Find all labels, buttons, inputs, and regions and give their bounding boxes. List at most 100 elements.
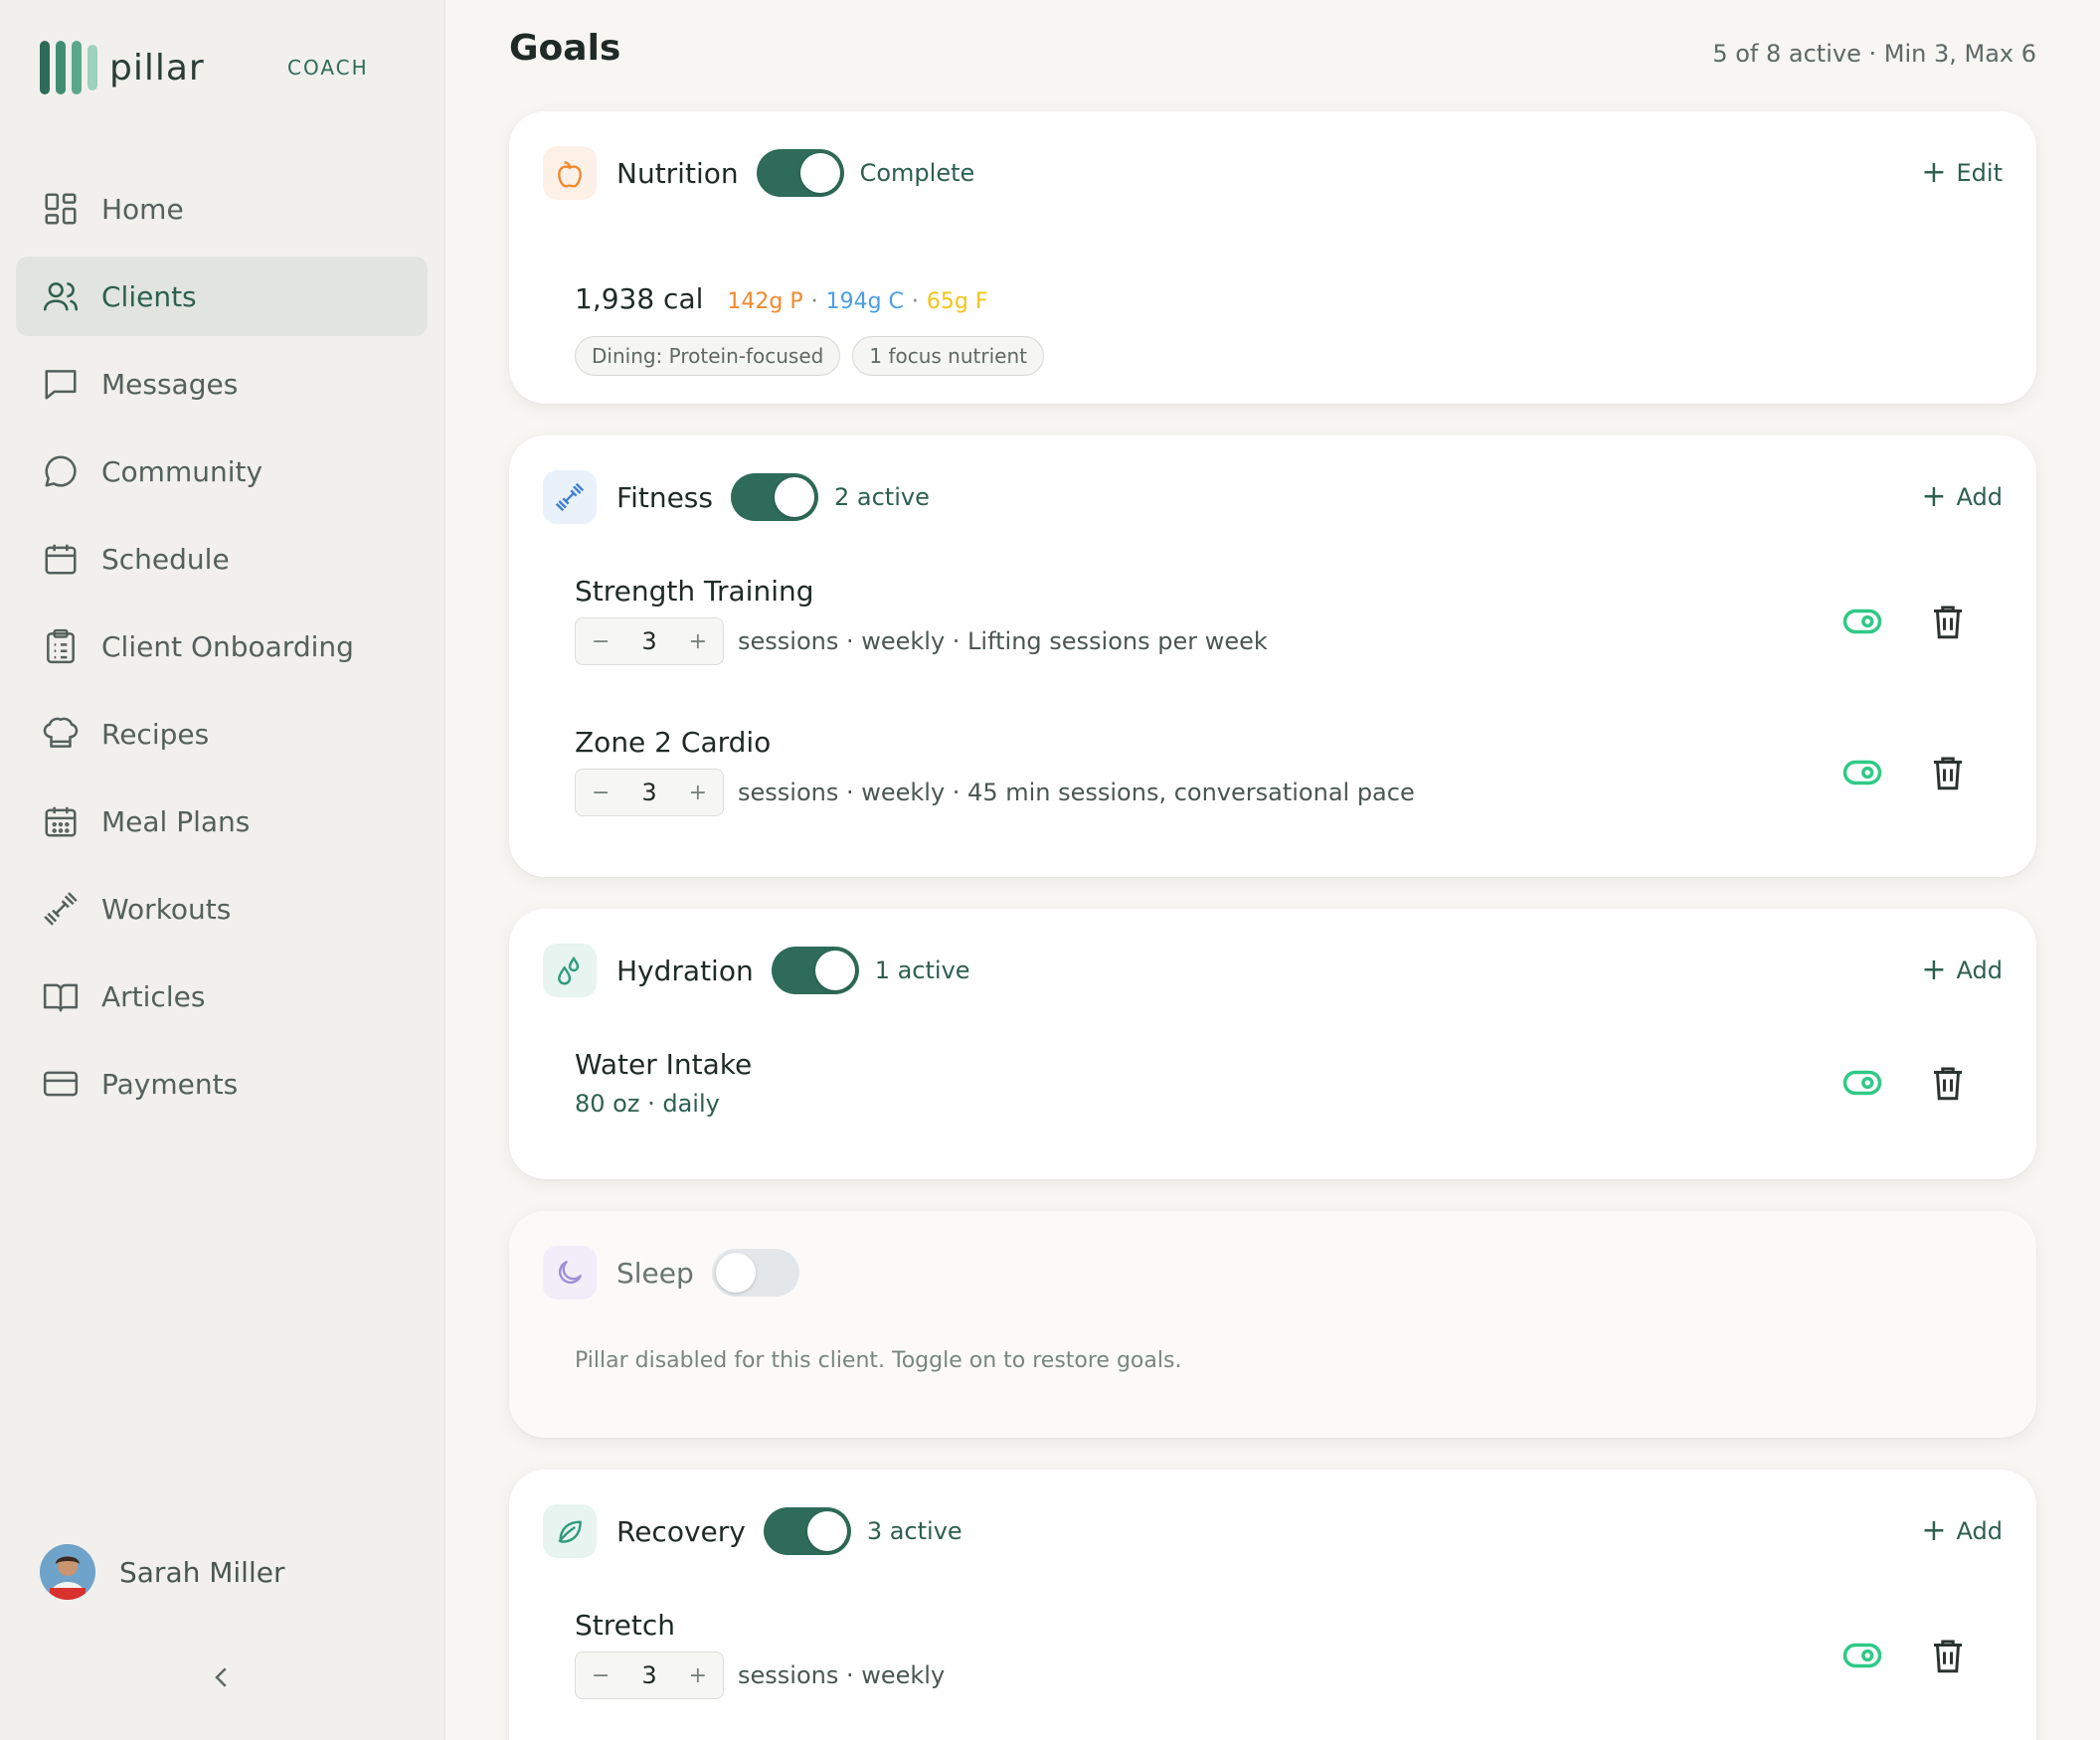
home-grid-icon — [45, 193, 77, 225]
sidebar-item-label: Workouts — [101, 892, 232, 926]
sleep-toggle[interactable] — [711, 1249, 799, 1297]
quantity-stepper[interactable]: − 3 + — [575, 617, 724, 665]
eye-toggle-icon[interactable] — [1841, 1635, 1883, 1676]
sidebar-item-label: Schedule — [101, 542, 230, 576]
macro-summary: 1,938 cal 142g P · 194g C · 65g F — [575, 282, 988, 315]
sidebar-item-label: Client Onboarding — [101, 629, 354, 663]
carbs-value: 194g C — [825, 289, 904, 314]
sidebar-item-payments[interactable]: Payments — [16, 1044, 428, 1124]
nutrition-card: Nutrition Complete + Edit 1,938 cal 142g… — [509, 111, 2036, 404]
disabled-note: Pillar disabled for this client. Toggle … — [575, 1348, 1182, 1373]
pillar-status: 1 active — [874, 957, 970, 984]
increment-button[interactable]: + — [689, 781, 707, 805]
goal-description: sessions · weekly — [738, 1661, 946, 1689]
sidebar-item-community[interactable]: Community — [16, 432, 428, 511]
card-header: Nutrition Complete — [543, 145, 974, 201]
protein-value: 142g P — [727, 289, 803, 314]
pillar-name: Recovery — [616, 1514, 746, 1548]
water-drops-icon — [543, 944, 597, 997]
goal-actions — [1841, 1635, 1969, 1676]
sidebar-item-client-onboarding[interactable]: Client Onboarding — [16, 607, 428, 686]
message-square-icon — [45, 370, 77, 400]
goal-name: Water Intake — [575, 1048, 753, 1081]
pillar-name: Fitness — [616, 480, 713, 514]
goals-summary: 5 of 8 active · Min 3, Max 6 — [1712, 40, 2036, 68]
sidebar-item-articles[interactable]: Articles — [16, 957, 428, 1036]
chef-hat-icon — [43, 717, 79, 748]
hydration-toggle[interactable] — [771, 947, 859, 994]
chat-bubble-icon — [45, 455, 77, 487]
chip-dining[interactable]: Dining: Protein-focused — [575, 336, 841, 376]
sidebar-item-schedule[interactable]: Schedule — [16, 519, 428, 599]
goal-name: Zone 2 Cardio — [575, 726, 772, 759]
trash-icon[interactable] — [1927, 601, 1969, 642]
sidebar-item-label: Articles — [101, 979, 206, 1013]
plus-icon: + — [1921, 953, 1947, 987]
decrement-button[interactable]: − — [592, 629, 610, 654]
card-header: Fitness 2 active — [543, 469, 930, 525]
increment-button[interactable]: + — [689, 1663, 707, 1688]
add-goal-button[interactable]: + Add — [1921, 1513, 2003, 1548]
dumbbell-icon — [543, 470, 597, 524]
sidebar-item-meal-plans[interactable]: Meal Plans — [16, 782, 428, 861]
sidebar-item-recipes[interactable]: Recipes — [16, 694, 428, 774]
book-open-icon — [43, 983, 79, 1012]
edit-button[interactable]: + Edit — [1921, 158, 2003, 188]
moon-icon — [543, 1246, 597, 1300]
calendar-icon — [45, 544, 77, 575]
nutrition-chips: Dining: Protein-focused 1 focus nutrient — [575, 336, 1044, 376]
sidebar-item-label: Recipes — [101, 717, 210, 751]
fitness-card: Fitness 2 active + Add Strength Training… — [509, 435, 2036, 877]
eye-toggle-icon[interactable] — [1841, 752, 1883, 793]
pillar-name: Sleep — [616, 1256, 694, 1290]
goal-name: Strength Training — [575, 575, 814, 608]
sidebar-item-label: Community — [101, 454, 263, 488]
fat-value: 65g F — [926, 289, 988, 314]
goal-actions — [1841, 1062, 1969, 1104]
recovery-card: Recovery 3 active + Add Stretch − 3 + se… — [509, 1470, 2036, 1740]
decrement-button[interactable]: − — [592, 781, 610, 805]
pillar-name: Nutrition — [616, 156, 739, 190]
sidebar-item-clients[interactable]: Clients — [16, 257, 428, 336]
trash-icon[interactable] — [1927, 752, 1969, 793]
card-header: Hydration 1 active — [543, 943, 970, 998]
hydration-card: Hydration 1 active + Add Water Intake 80… — [509, 909, 2036, 1179]
fitness-toggle[interactable] — [730, 473, 818, 521]
trash-icon[interactable] — [1927, 1635, 1969, 1676]
recovery-toggle[interactable] — [763, 1507, 851, 1555]
brand-logo[interactable]: pillar — [40, 40, 205, 95]
quantity-stepper[interactable]: − 3 + — [575, 769, 724, 816]
avatar-photo-icon — [40, 1544, 95, 1600]
sidebar-item-label: Payments — [101, 1067, 239, 1101]
sidebar: pillar COACH Home Clients Messages Commu… — [0, 0, 445, 1740]
pillar-status: 2 active — [833, 483, 930, 511]
decrement-button[interactable]: − — [592, 1663, 610, 1688]
sleep-card: Sleep Pillar disabled for this client. T… — [509, 1211, 2036, 1438]
sidebar-item-home[interactable]: Home — [16, 169, 428, 249]
sidebar-nav: Home Clients Messages Community Schedule… — [16, 169, 428, 1131]
add-goal-button[interactable]: + Add — [1921, 482, 2003, 512]
chip-focus-nutrient[interactable]: 1 focus nutrient — [852, 336, 1044, 376]
quantity-stepper[interactable]: − 3 + — [575, 1652, 724, 1699]
chevron-left-icon — [215, 1667, 227, 1687]
role-label: COACH — [287, 56, 369, 80]
sidebar-item-messages[interactable]: Messages — [16, 344, 428, 424]
trash-icon[interactable] — [1927, 1062, 1969, 1104]
eye-toggle-icon[interactable] — [1841, 601, 1883, 642]
eye-toggle-icon[interactable] — [1841, 1062, 1883, 1104]
avatar — [40, 1544, 95, 1600]
goal-description: 80 oz · daily — [575, 1090, 720, 1118]
user-profile[interactable]: Sarah Miller — [40, 1544, 284, 1600]
nutrition-toggle[interactable] — [756, 149, 844, 197]
add-goal-button[interactable]: + Add — [1921, 953, 2003, 987]
credit-card-icon — [43, 1071, 79, 1097]
pillar-name: Hydration — [616, 954, 754, 987]
brand-name: pillar — [109, 47, 205, 88]
increment-button[interactable]: + — [689, 629, 707, 654]
sidebar-item-workouts[interactable]: Workouts — [16, 869, 428, 949]
user-name: Sarah Miller — [119, 1555, 285, 1589]
logo-bars-icon — [40, 41, 97, 94]
collapse-sidebar-button[interactable] — [207, 1662, 237, 1692]
leaf-icon — [543, 1504, 597, 1558]
plus-icon: + — [1921, 1513, 1947, 1548]
